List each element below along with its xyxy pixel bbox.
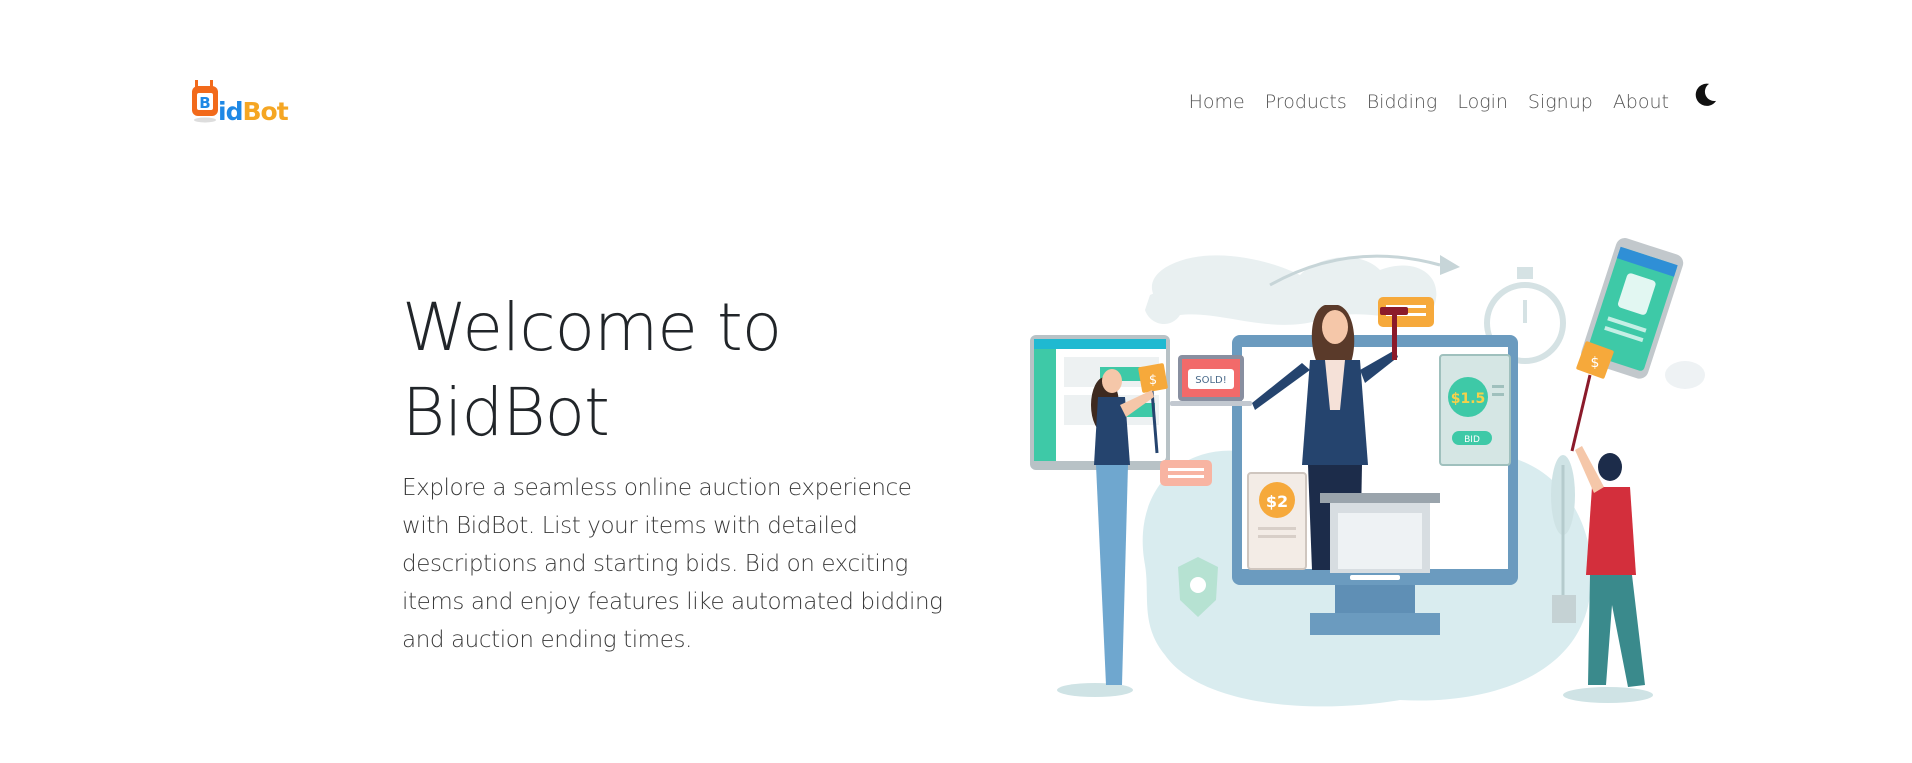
sign-left-label: $: [1149, 373, 1157, 388]
hero-section: Welcome to BidBot Explore a seamless onl…: [402, 285, 962, 659]
nav-about[interactable]: About: [1613, 91, 1669, 113]
main-nav: Home Products Bidding Login Signup About: [1189, 83, 1719, 113]
brand-name: idBot: [218, 97, 289, 126]
hero-description: Explore a seamless online auction experi…: [402, 475, 943, 653]
nav-login[interactable]: Login: [1457, 91, 1508, 113]
hero-title-line1: Welcome to: [402, 289, 782, 366]
bid-button-label: BID: [1464, 435, 1480, 445]
price-2-label: $2: [1266, 492, 1288, 511]
logo-letter-b: B: [199, 94, 210, 112]
brand-logo[interactable]: B idBot: [190, 80, 289, 126]
sign-right-label: $: [1591, 355, 1600, 371]
hero-title-line2: BidBot: [402, 374, 610, 451]
nav-signup[interactable]: Signup: [1528, 91, 1593, 113]
hero-title: Welcome to BidBot: [402, 285, 962, 455]
moon-icon[interactable]: [1691, 81, 1719, 109]
nav-products[interactable]: Products: [1265, 91, 1347, 113]
price-1-label: $1.5: [1451, 391, 1486, 407]
brand-name-bot: Bot: [242, 97, 288, 126]
navbar: B idBot Home Products Bidding Login Sign…: [0, 0, 1912, 200]
robot-logo-icon: B: [192, 80, 218, 123]
nav-home[interactable]: Home: [1189, 91, 1245, 113]
auction-illustration: SOLD! $2 $1.5 BID $ $: [1030, 238, 1705, 707]
brand-name-id: id: [218, 97, 243, 126]
nav-bidding[interactable]: Bidding: [1367, 91, 1438, 113]
sold-tag-label: SOLD!: [1195, 375, 1227, 386]
